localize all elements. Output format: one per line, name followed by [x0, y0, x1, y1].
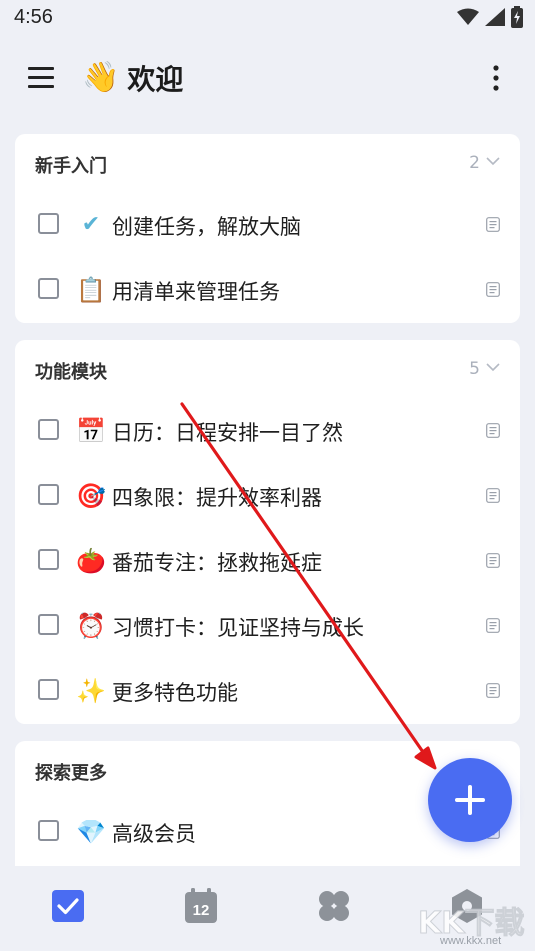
task-checkbox[interactable] — [38, 484, 59, 505]
section-count: 2 — [469, 153, 480, 173]
note-icon — [486, 553, 500, 568]
note-icon — [486, 423, 500, 438]
task-checkbox[interactable] — [38, 549, 59, 570]
section-card-getting-started: 新手入门 2 ✔ 创建任务，解放大脑 📋 用清单来管理任务 — [15, 134, 520, 323]
task-row[interactable]: 📋 用清单来管理任务 — [15, 257, 520, 322]
section-count: 5 — [469, 359, 480, 379]
task-label: 高级会员 — [112, 822, 196, 846]
task-row[interactable]: ⏰ 习惯打卡：见证坚持与成长 — [15, 593, 520, 658]
clipboard-icon: 📋 — [76, 276, 106, 304]
hamburger-menu-icon — [28, 67, 54, 88]
alarm-clock-icon: ⏰ — [76, 612, 106, 640]
task-label: 四象限：提升效率利器 — [112, 486, 322, 510]
task-label: 用清单来管理任务 — [112, 280, 280, 304]
clover-grid-icon — [319, 891, 349, 921]
page-title: 欢迎 — [127, 63, 184, 96]
title-wrap: 👋 欢迎 — [82, 58, 183, 98]
note-icon — [486, 282, 500, 297]
signal-icon — [485, 8, 505, 26]
nav-apps[interactable] — [314, 886, 354, 926]
watermark-url: www.kkx.net — [440, 935, 502, 947]
target-icon: 🎯 — [76, 482, 106, 510]
task-checkbox[interactable] — [38, 679, 59, 700]
chevron-down-icon — [486, 157, 500, 166]
note-icon — [486, 217, 500, 232]
section-card-features: 功能模块 5 📅 日历：日程安排一目了然 🎯 四象限：提升效率利器 🍅 番茄专注… — [15, 340, 520, 724]
task-label: 创建任务，解放大脑 — [112, 215, 301, 239]
status-time: 4:56 — [14, 6, 53, 28]
checkmark-icon: ✔ — [81, 212, 101, 237]
task-label: 番茄专注：拯救拖延症 — [112, 551, 322, 575]
plus-icon-vertical — [468, 785, 472, 815]
battery-icon — [511, 6, 523, 28]
calendar-day-icon: 12 — [185, 888, 217, 923]
nav-calendar[interactable]: 12 — [181, 886, 221, 926]
more-vertical-icon — [493, 65, 499, 91]
note-icon — [486, 618, 500, 633]
tomato-icon: 🍅 — [76, 547, 106, 575]
task-checkbox[interactable] — [38, 278, 59, 299]
section-header[interactable]: 新手入门 2 — [15, 134, 520, 192]
task-checkbox[interactable] — [38, 820, 59, 841]
more-options-button[interactable] — [481, 60, 511, 96]
task-row[interactable]: ✔ 创建任务，解放大脑 — [15, 192, 520, 257]
sparkles-icon: ✨ — [76, 677, 106, 705]
status-icons — [457, 6, 523, 28]
task-checkbox[interactable] — [38, 213, 59, 234]
task-row[interactable]: 📅 日历：日程安排一目了然 — [15, 398, 520, 463]
section-title: 功能模块 — [35, 362, 107, 383]
section-title: 新手入门 — [35, 156, 107, 177]
task-row[interactable]: 🍅 番茄专注：拯救拖延症 — [15, 528, 520, 593]
nav-tasks[interactable] — [48, 886, 88, 926]
wifi-icon — [457, 8, 479, 25]
note-icon — [486, 488, 500, 503]
calendar-icon: 📅 — [76, 417, 106, 445]
add-task-fab[interactable] — [428, 758, 512, 842]
task-row[interactable]: ✨ 更多特色功能 — [15, 658, 520, 723]
task-label: 习惯打卡：见证坚持与成长 — [112, 616, 364, 640]
waving-hand-icon: 👋 — [82, 60, 120, 95]
task-checkbox[interactable] — [38, 614, 59, 635]
task-row[interactable]: 🎯 四象限：提升效率利器 — [15, 463, 520, 528]
task-label: 日历：日程安排一目了然 — [112, 421, 343, 445]
app-bar: 👋 欢迎 — [0, 48, 535, 108]
chevron-down-icon — [486, 363, 500, 372]
section-header[interactable]: 功能模块 5 — [15, 340, 520, 398]
task-checkbox[interactable] — [38, 419, 59, 440]
menu-button[interactable] — [22, 60, 62, 96]
calendar-day-number: 12 — [193, 902, 210, 919]
note-icon — [486, 683, 500, 698]
checkbox-checked-icon — [52, 890, 84, 922]
status-bar: 4:56 — [0, 0, 535, 36]
section-title: 探索更多 — [35, 763, 107, 784]
task-label: 更多特色功能 — [112, 681, 238, 705]
gem-icon: 💎 — [76, 818, 106, 846]
